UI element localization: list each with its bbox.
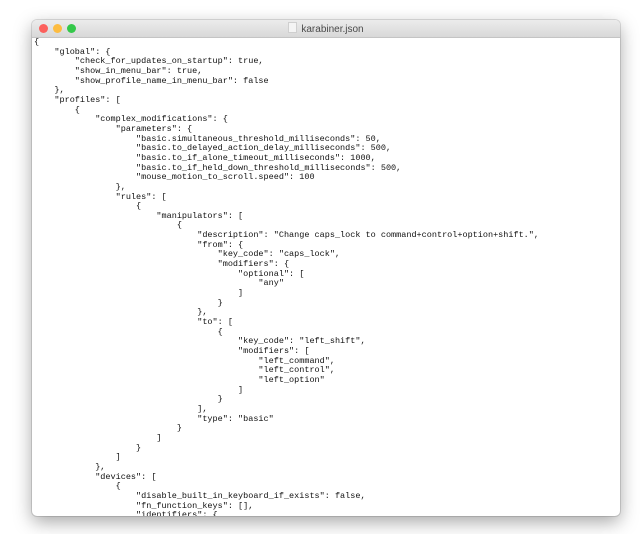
window-title-text: karabiner.json bbox=[301, 24, 364, 35]
text-content[interactable]: { "global": { "check_for_updates_on_star… bbox=[34, 38, 620, 516]
code-line: }, bbox=[34, 85, 65, 96]
title-bar[interactable]: karabiner.json bbox=[32, 20, 620, 38]
editor-window: karabiner.json { "global": { "check_for_… bbox=[32, 20, 620, 516]
window-title: karabiner.json bbox=[32, 22, 620, 35]
code-line: "profiles": [ bbox=[34, 94, 121, 105]
code-line: "devices": [ bbox=[34, 471, 157, 482]
document-icon bbox=[288, 22, 298, 33]
code-line: ] bbox=[34, 452, 121, 463]
code-line: "identifiers": { bbox=[34, 510, 218, 516]
code-line: { bbox=[34, 38, 40, 47]
code-line: "show_profile_name_in_menu_bar": false bbox=[34, 75, 269, 86]
code-line: } bbox=[34, 442, 142, 453]
